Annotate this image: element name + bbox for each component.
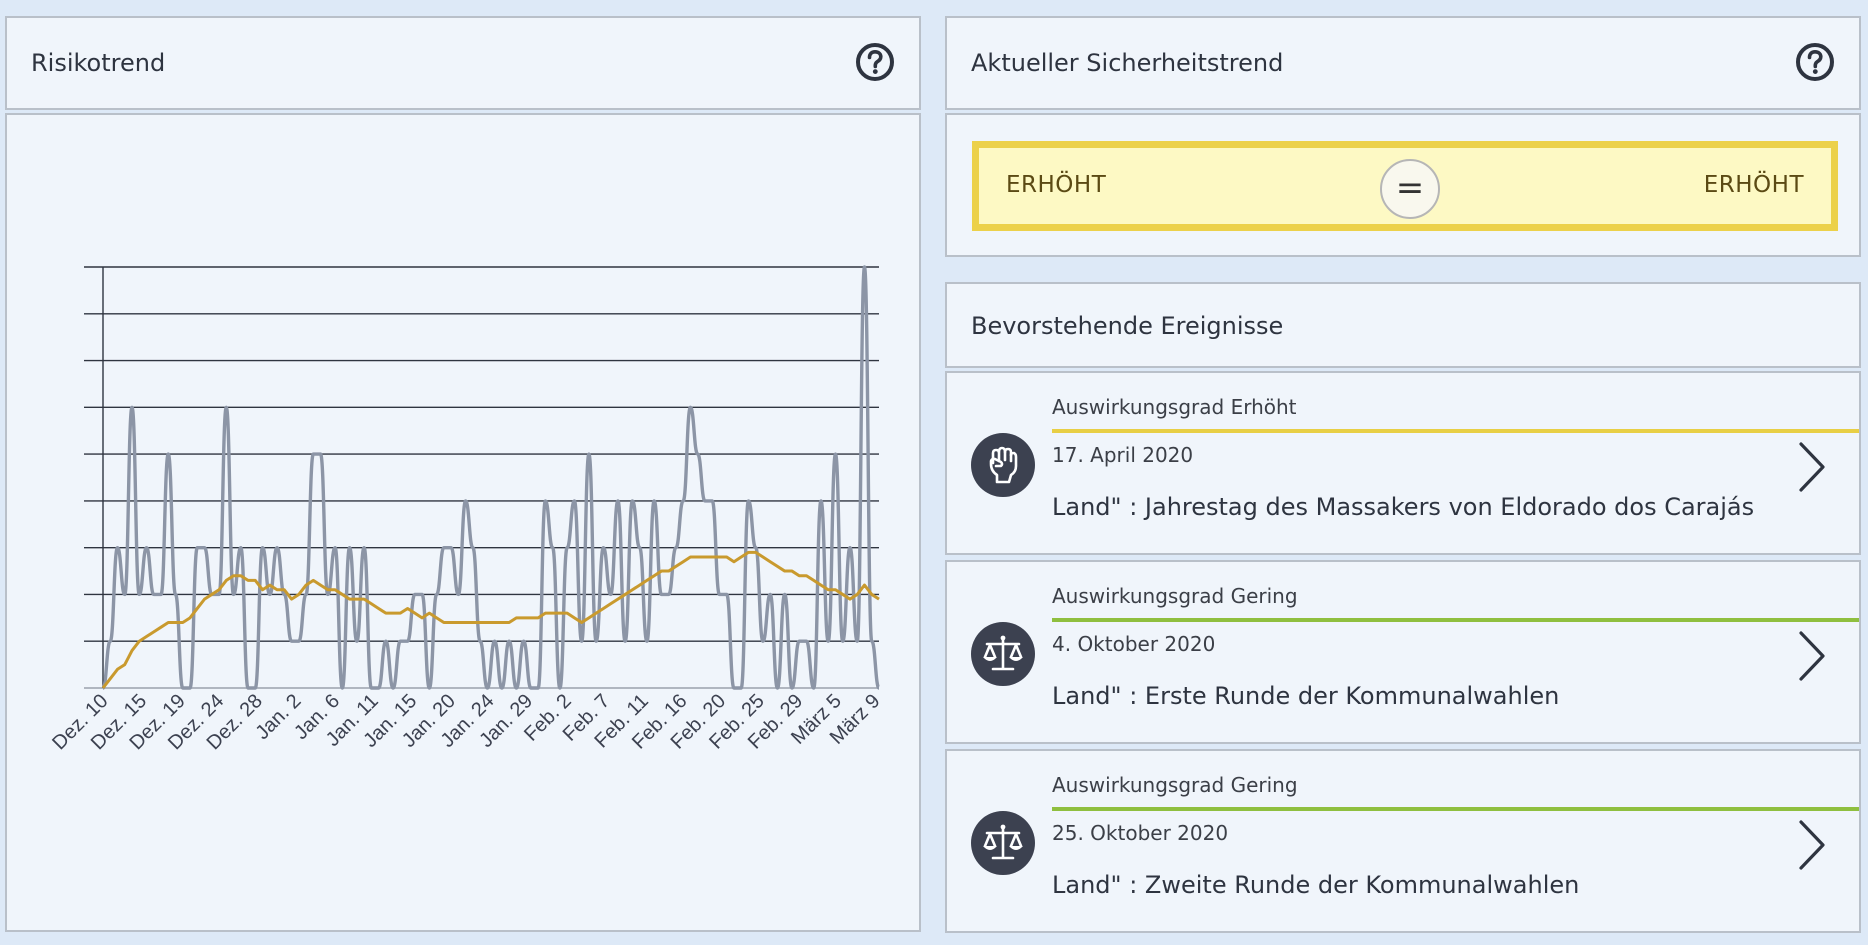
chart-x-ticks: Dez. 10Dez. 15Dez. 19Dez. 24Dez. 28Jan. … <box>48 690 884 754</box>
risk-trend-title: Risikotrend <box>31 49 166 77</box>
security-trend-header: Aktueller Sicherheitstrend <box>945 16 1861 110</box>
event-date: 4. Oktober 2020 <box>1052 632 1216 656</box>
security-trend-panel: ERHÖHT = ERHÖHT <box>945 113 1861 257</box>
current-level-label: ERHÖHT <box>1703 172 1804 198</box>
question-circle-icon[interactable] <box>855 42 895 82</box>
risk-trend-chart: Dez. 10Dez. 15Dez. 19Dez. 24Dez. 28Jan. … <box>48 265 885 754</box>
event-card[interactable]: Auswirkungsgrad Gering 25. Oktober 2020 … <box>945 749 1861 933</box>
risk-trend-header: Risikotrend <box>5 16 921 110</box>
risk-trend-chart-panel: Dez. 10 Dez. 15 Dez. 19 Dez. 24 Dez. 28 Jan. … <box>5 113 921 932</box>
chart-series <box>101 265 881 690</box>
impact-level-bar <box>1052 618 1859 622</box>
security-trend-title: Aktueller Sicherheitstrend <box>971 49 1284 77</box>
chevron-right-icon[interactable] <box>1793 441 1829 493</box>
event-date: 17. April 2020 <box>1052 443 1194 467</box>
event-card[interactable]: Auswirkungsgrad Gering 4. Oktober 2020 L… <box>945 560 1861 744</box>
event-impact-label: Auswirkungsgrad Gering <box>1052 584 1298 608</box>
previous-level-label: ERHÖHT <box>1006 172 1107 198</box>
raised-fist-icon <box>971 433 1035 497</box>
event-impact-label: Auswirkungsgrad Erhöht <box>1052 395 1297 419</box>
risk-series-line <box>101 265 881 690</box>
event-title: Land" : Jahrestag des Massakers von Eldo… <box>1052 493 1755 521</box>
question-circle-icon[interactable] <box>1795 42 1835 82</box>
event-impact-label: Auswirkungsgrad Gering <box>1052 773 1298 797</box>
event-card[interactable]: Auswirkungsgrad Erhöht 17. April 2020 La… <box>945 371 1861 555</box>
upcoming-events-header: Bevorstehende Ereignisse <box>945 282 1861 368</box>
trend-level-box: ERHÖHT = ERHÖHT <box>972 141 1838 231</box>
event-title: Land" : Zweite Runde der Kommunalwahlen <box>1052 871 1580 899</box>
event-date: 25. Oktober 2020 <box>1052 821 1229 845</box>
event-title: Land" : Erste Runde der Kommunalwahlen <box>1052 682 1560 710</box>
impact-level-bar <box>1052 807 1859 811</box>
equal-icon: = <box>1380 159 1440 219</box>
upcoming-events-title: Bevorstehende Ereignisse <box>971 312 1284 340</box>
chevron-right-icon[interactable] <box>1793 630 1829 682</box>
balance-scale-icon <box>971 811 1035 875</box>
balance-scale-icon <box>971 622 1035 686</box>
chevron-right-icon[interactable] <box>1793 819 1829 871</box>
impact-level-bar <box>1052 429 1859 433</box>
